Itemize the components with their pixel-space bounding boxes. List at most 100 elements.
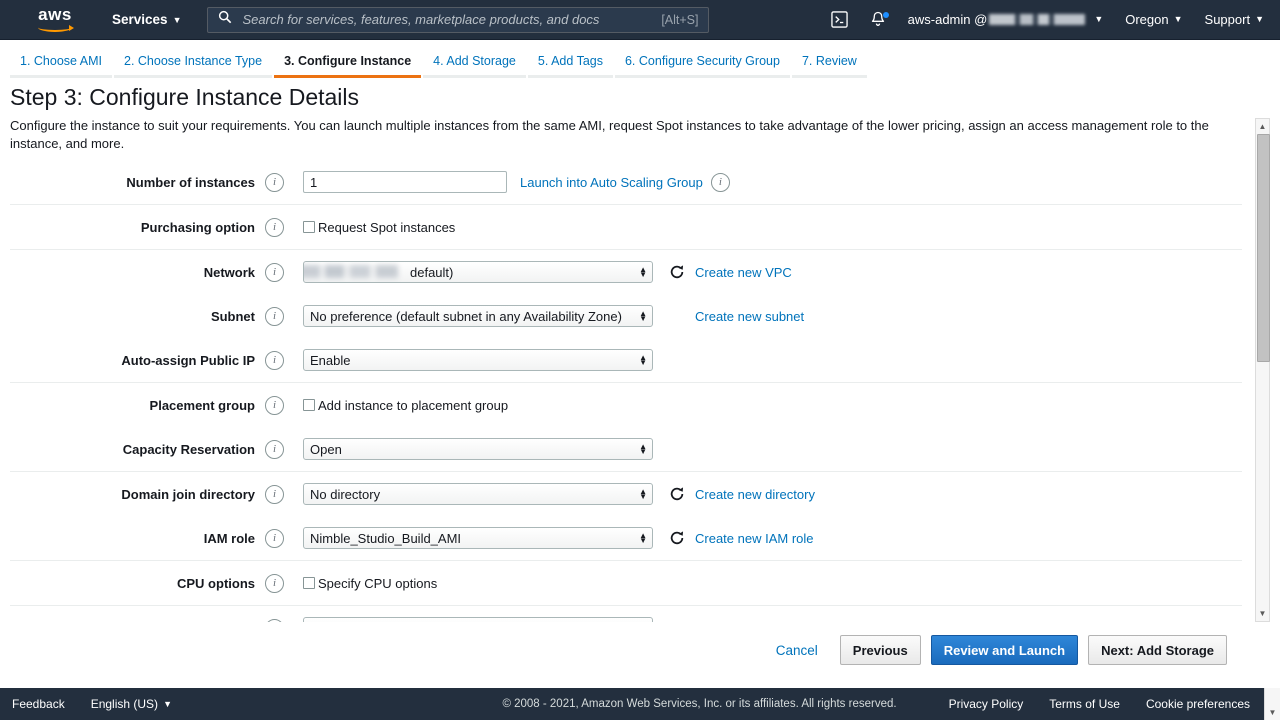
create-new-iam-role-link[interactable]: Create new IAM role <box>695 531 814 546</box>
scroll-up-arrow-icon[interactable]: ▲ <box>1256 119 1269 134</box>
notification-badge <box>882 12 889 18</box>
chevron-updown-icon: ▲ ▼ <box>639 442 647 456</box>
support-menu-label: Support <box>1204 12 1251 27</box>
wizard-step-2[interactable]: 2. Choose Instance Type <box>114 54 273 78</box>
info-icon[interactable]: i <box>265 395 284 415</box>
wizard-step-5[interactable]: 5. Add Tags <box>527 54 613 78</box>
search-shortcut-hint: [Alt+S] <box>661 12 699 27</box>
info-icon[interactable]: i <box>265 217 284 237</box>
aws-logo[interactable]: aws <box>20 5 90 32</box>
row-group-shutdown: Shutdown behavior i Stop ▲▼ <box>10 606 1242 622</box>
notifications-bell-icon[interactable] <box>870 11 889 28</box>
search-input[interactable] <box>240 11 662 28</box>
info-icon[interactable]: i <box>265 439 284 459</box>
create-new-directory-link[interactable]: Create new directory <box>695 487 815 502</box>
aws-logo-text: aws <box>38 5 72 24</box>
info-icon[interactable]: i <box>265 484 284 504</box>
support-menu[interactable]: Support ▼ <box>1205 12 1264 27</box>
account-menu[interactable]: aws-admin @ ▼ <box>908 12 1104 27</box>
refresh-icon[interactable] <box>669 264 685 280</box>
services-menu[interactable]: Services ▼ <box>112 12 181 27</box>
chevron-updown-icon: ▲ ▼ <box>639 531 647 545</box>
subnet-select[interactable]: No preference (default subnet in any Ava… <box>303 305 653 327</box>
wizard-step-6[interactable]: 6. Configure Security Group <box>614 54 790 78</box>
info-icon[interactable]: i <box>265 528 284 548</box>
scroll-down-arrow-icon[interactable]: ▼ <box>1264 688 1280 720</box>
network-select-value: default) <box>410 264 454 280</box>
field-label: Auto-assign Public IP <box>121 352 255 368</box>
chevron-down-icon: ▼ <box>1094 13 1104 24</box>
field-label: Purchasing option <box>140 219 255 235</box>
cloudshell-icon[interactable] <box>830 11 848 28</box>
specify-cpu-options-checkbox[interactable]: Specify CPU options <box>303 576 437 591</box>
cookie-preferences-link[interactable]: Cookie preferences <box>1146 697 1250 711</box>
info-icon[interactable]: i <box>265 350 284 370</box>
info-icon[interactable]: i <box>265 262 284 282</box>
refresh-icon[interactable] <box>669 486 685 502</box>
field-label: Number of instances <box>126 174 255 190</box>
page-title: Step 3: Configure Instance Details <box>10 84 360 110</box>
wizard-step-3[interactable]: 3. Configure Instance <box>274 54 422 78</box>
field-number-of-instances: Number of instances i Launch into Auto S… <box>10 160 1242 204</box>
content-scrollbar[interactable]: ▲ ▼ <box>1255 118 1270 622</box>
wizard-action-bar: Cancel Previous Review and Launch Next: … <box>0 622 1255 678</box>
page-footer: Feedback English (US) ▼ © 2008 - 2021, Am… <box>0 688 1280 720</box>
field-label: CPU options <box>177 575 255 591</box>
privacy-policy-link[interactable]: Privacy Policy <box>949 697 1024 711</box>
global-navigation-bar: aws Services ▼ [Alt+S] aws-admin @ <box>0 0 1280 40</box>
next-add-storage-button[interactable]: Next: Add Storage <box>1088 635 1227 665</box>
terms-of-use-link[interactable]: Terms of Use <box>1049 697 1120 711</box>
subnet-select-value: No preference (default subnet in any Ava… <box>310 308 622 324</box>
configure-instance-form: Number of instances i Launch into Auto S… <box>10 160 1242 622</box>
language-selector-label: English (US) <box>90 697 159 711</box>
page-description: Configure the instance to suit your requ… <box>10 118 1209 151</box>
wizard-step-7[interactable]: 7. Review <box>791 54 867 78</box>
wizard-step-4[interactable]: 4. Add Storage <box>423 54 526 78</box>
cancel-button[interactable]: Cancel <box>764 636 830 664</box>
number-of-instances-input[interactable] <box>303 171 507 193</box>
vpc-id-redacted <box>304 265 398 278</box>
language-selector[interactable]: English (US) ▼ <box>91 697 172 711</box>
feedback-link[interactable]: Feedback <box>12 697 65 711</box>
info-icon[interactable]: i <box>265 306 284 326</box>
network-select[interactable]: default) ▲ ▼ <box>303 261 653 283</box>
create-new-vpc-link[interactable]: Create new VPC <box>695 265 792 280</box>
info-icon[interactable]: i <box>710 172 730 192</box>
auto-assign-public-ip-value: Enable <box>310 352 351 368</box>
add-to-placement-group-checkbox[interactable]: Add instance to placement group <box>303 398 508 413</box>
iam-role-value: Nimble_Studio_Build_AMI <box>310 530 462 546</box>
field-cpu-options: CPU options i Specify CPU options <box>10 561 1242 605</box>
global-search-box[interactable]: [Alt+S] <box>207 6 710 33</box>
domain-join-directory-select[interactable]: No directory ▲ ▼ <box>303 483 653 505</box>
previous-button[interactable]: Previous <box>839 635 921 665</box>
field-placement-group: Placement group i Add instance to placem… <box>10 383 1242 427</box>
field-capacity-reservation: Capacity Reservation i Open ▲ ▼ <box>10 427 1242 471</box>
field-label: Network <box>203 264 255 280</box>
scroll-down-arrow-icon[interactable]: ▼ <box>1256 606 1269 621</box>
row-group-purchasing: Purchasing option i Request Spot instanc… <box>10 205 1242 250</box>
chevron-down-icon: ▼ <box>1173 13 1183 24</box>
review-and-launch-button[interactable]: Review and Launch <box>930 635 1079 665</box>
region-menu[interactable]: Oregon ▼ <box>1125 12 1182 27</box>
info-icon[interactable]: i <box>265 172 284 192</box>
field-purchasing-option: Purchasing option i Request Spot instanc… <box>10 205 1242 249</box>
global-nav-right: aws-admin @ ▼ Oregon ▼ Support ▼ <box>820 0 1280 40</box>
domain-join-directory-value: No directory <box>310 486 381 502</box>
aws-logo-swoosh-icon <box>38 23 74 32</box>
create-new-subnet-link[interactable]: Create new subnet <box>695 309 804 324</box>
field-label: Capacity Reservation <box>122 441 255 457</box>
refresh-icon[interactable] <box>669 530 685 546</box>
info-icon[interactable]: i <box>265 573 284 593</box>
wizard-step-tabs: 1. Choose AMI 2. Choose Instance Type 3.… <box>0 40 1280 78</box>
request-spot-instances-checkbox[interactable]: Request Spot instances <box>303 220 455 235</box>
checkbox-box <box>303 221 315 233</box>
ec2-launch-wizard-page: aws Services ▼ [Alt+S] aws-admin @ <box>0 0 1280 720</box>
iam-role-select[interactable]: Nimble_Studio_Build_AMI ▲ ▼ <box>303 527 653 549</box>
wizard-step-1[interactable]: 1. Choose AMI <box>10 54 112 78</box>
auto-assign-public-ip-select[interactable]: Enable ▲ ▼ <box>303 349 653 371</box>
chevron-down-icon: ▼ <box>1255 13 1264 24</box>
scrollbar-thumb[interactable] <box>1257 134 1270 362</box>
capacity-reservation-select[interactable]: Open ▲ ▼ <box>303 438 653 460</box>
launch-into-auto-scaling-group-link[interactable]: Launch into Auto Scaling Group <box>520 175 703 190</box>
chevron-updown-icon: ▲ ▼ <box>639 487 647 501</box>
